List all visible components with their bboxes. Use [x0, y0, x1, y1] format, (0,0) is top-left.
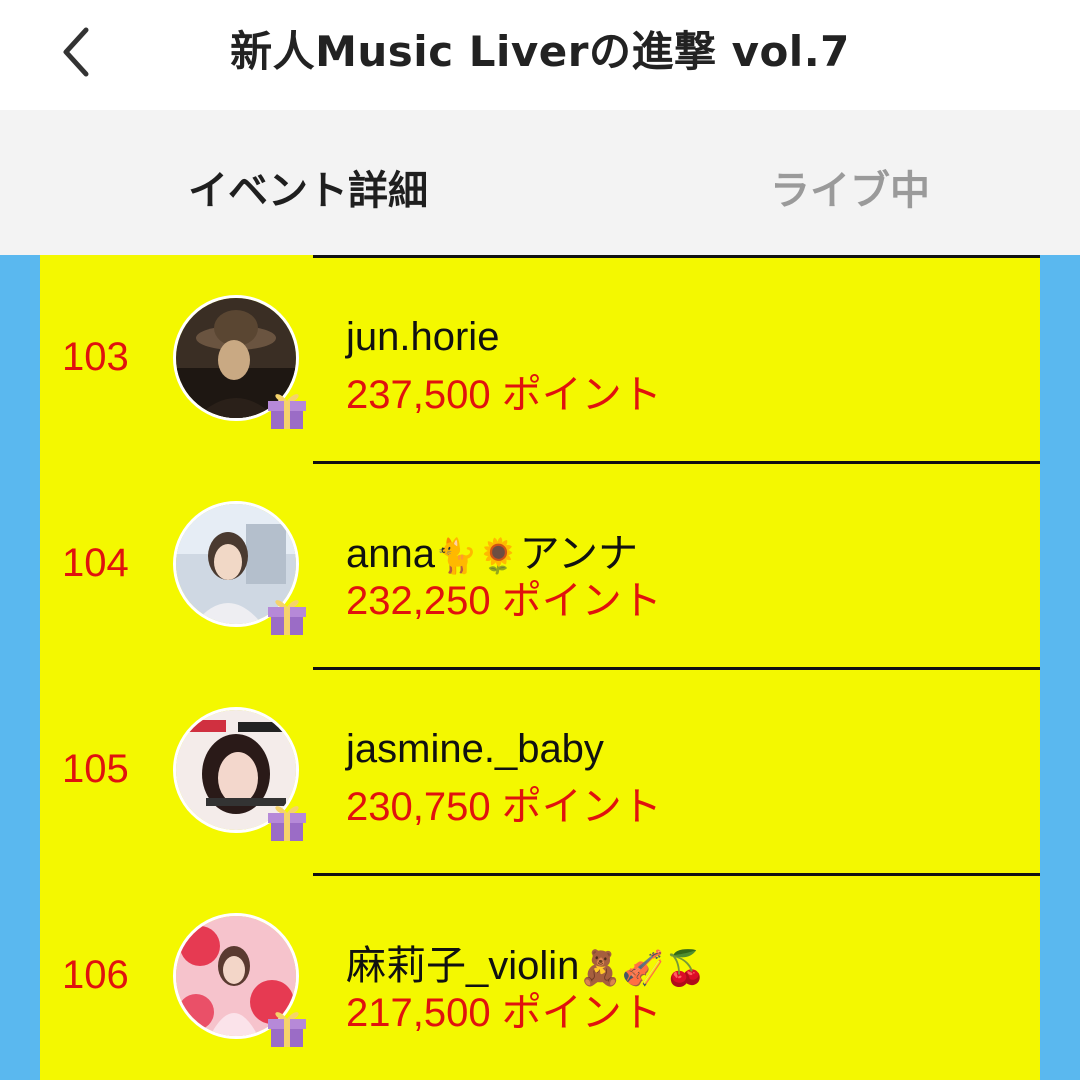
row-divider	[313, 873, 1040, 876]
ranking-list: 103 jun.horie 237,500 ポイント 104 anna🐈🌻アンナ…	[40, 255, 1040, 1080]
ranking-row[interactable]: 104 anna🐈🌻アンナ 232,250 ポイント	[40, 461, 1040, 667]
row-divider	[313, 255, 1040, 258]
rank-number: 103	[62, 335, 129, 379]
gift-icon	[268, 394, 306, 429]
tab-bar: イベント詳細 ライブ中	[0, 110, 1080, 255]
points-value: 230,750 ポイント	[346, 785, 662, 829]
ranking-row[interactable]: 105 jasmine._baby 230,750 ポイント	[40, 667, 1040, 873]
gift-icon	[268, 806, 306, 841]
username-text: jun.horie	[346, 315, 500, 359]
tab-live[interactable]: ライブ中	[770, 158, 930, 216]
gift-icon	[268, 1012, 306, 1047]
points-value: 237,500 ポイント	[346, 373, 662, 417]
rank-number: 106	[62, 953, 129, 997]
ranking-area: 103 jun.horie 237,500 ポイント 104 anna🐈🌻アンナ…	[0, 255, 1080, 1080]
points-value: 232,250 ポイント	[346, 579, 662, 623]
gift-icon	[268, 600, 306, 635]
username-text: jasmine._baby	[346, 727, 604, 771]
points-value: 217,500 ポイント	[346, 991, 662, 1035]
username: jun.horie	[346, 315, 499, 360]
top-bar: 新人Music Liverの進撃 vol.7	[0, 0, 1080, 110]
username: jasmine._baby	[346, 727, 604, 772]
row-divider	[313, 667, 1040, 670]
tab-event-details[interactable]: イベント詳細	[188, 158, 428, 216]
row-divider	[313, 461, 1040, 464]
rank-number: 105	[62, 747, 129, 791]
page-title: 新人Music Liverの進撃 vol.7	[230, 27, 850, 76]
ranking-row[interactable]: 103 jun.horie 237,500 ポイント	[40, 255, 1040, 461]
ranking-row[interactable]: 106 麻莉子_violin🧸�	[40, 873, 1040, 1079]
rank-number: 104	[62, 541, 129, 585]
